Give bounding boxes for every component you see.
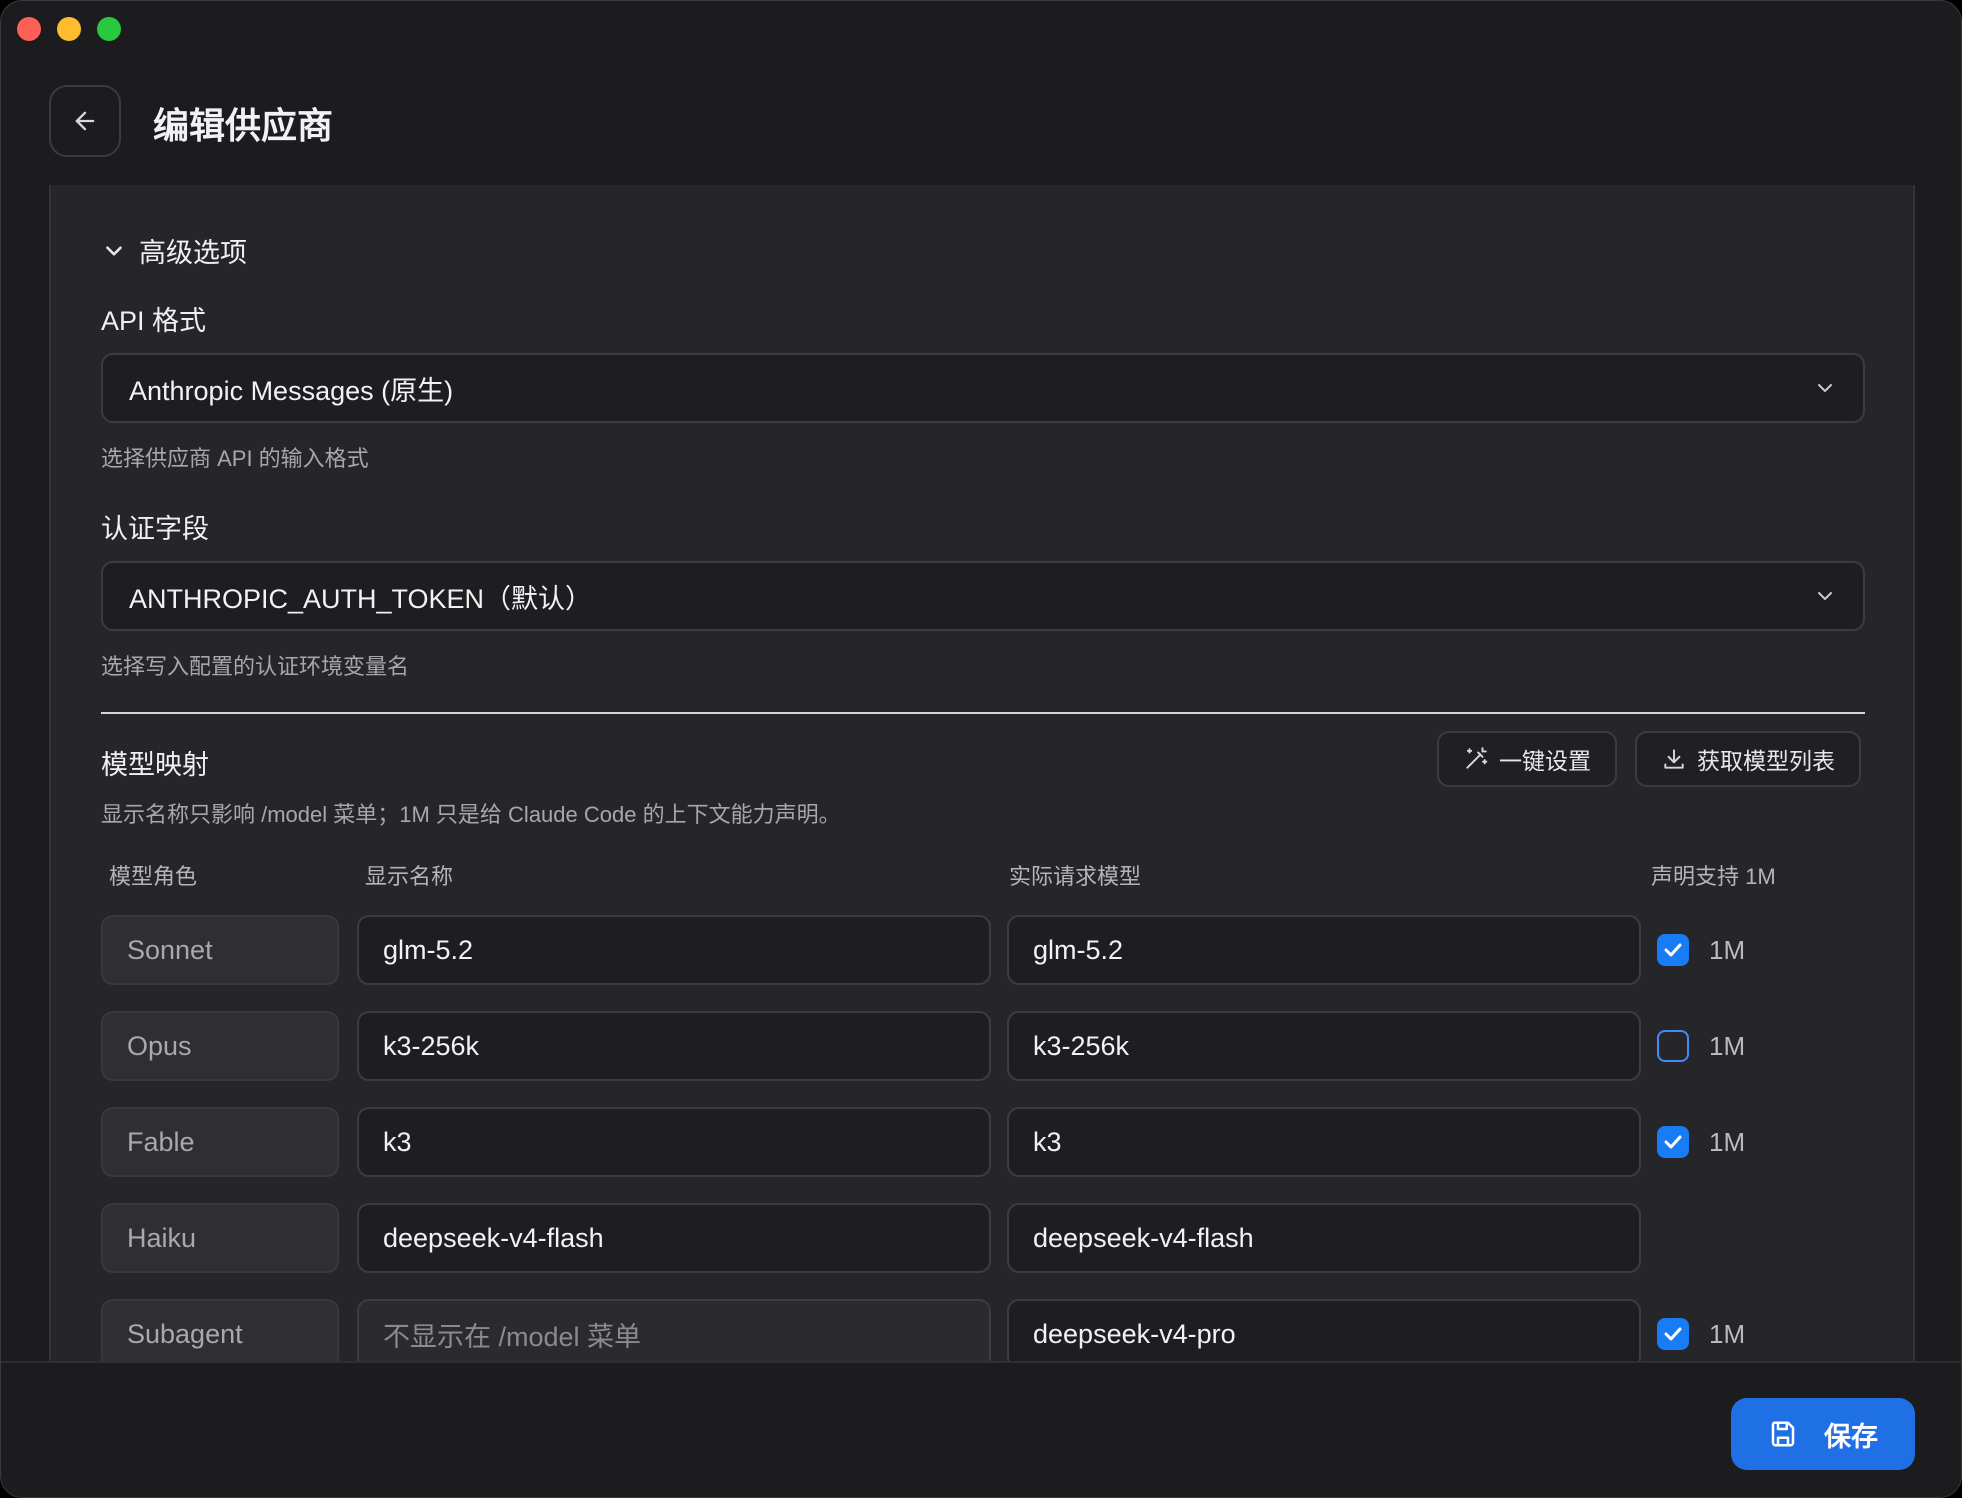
declare-1m-checkbox[interactable]: 1M: [1657, 1318, 1745, 1350]
declare-1m-label: 1M: [1709, 934, 1746, 965]
download-icon: [1664, 749, 1684, 769]
api-format-label: API 格式: [101, 306, 207, 336]
column-header-actual: 实际请求模型: [1009, 864, 1142, 889]
api-format-value: Anthropic Messages (原生): [129, 375, 454, 406]
declare-1m-label: 1M: [1709, 1030, 1746, 1061]
role-cell-fable: Fable: [101, 1107, 339, 1177]
auth-field-select[interactable]: ANTHROPIC_AUTH_TOKEN（默认）: [101, 561, 1865, 631]
app-window: 编辑供应商 高级选项 API 格式 Anthropic Messages (原生…: [0, 0, 1962, 1498]
auth-field-hint: 选择写入配置的认证环境变量名: [101, 654, 410, 679]
chevron-down-icon: [1818, 384, 1832, 392]
window-controls: [17, 17, 121, 41]
check-icon: [1664, 1327, 1682, 1341]
checkbox-checked[interactable]: [1657, 1318, 1689, 1350]
fetch-models-label: 获取模型列表: [1697, 748, 1835, 774]
model-mapping-hint: 显示名称只影响 /model 菜单；1M 只是给 Claude Code 的上下…: [101, 802, 841, 827]
arrow-left-icon: [75, 111, 95, 131]
quick-setup-button[interactable]: 一键设置: [1437, 731, 1617, 787]
advanced-options-label: 高级选项: [139, 238, 247, 268]
role-cell-opus: Opus: [101, 1011, 339, 1081]
auth-field-label: 认证字段: [101, 514, 209, 544]
zoom-window-button[interactable]: [97, 17, 121, 41]
display-name-input[interactable]: k3: [357, 1107, 991, 1177]
actual-model-input[interactable]: glm-5.2: [1007, 915, 1641, 985]
chevron-down-icon: [106, 245, 122, 256]
check-icon: [1664, 1135, 1682, 1149]
api-format-hint: 选择供应商 API 的输入格式: [101, 446, 369, 471]
checkbox-checked[interactable]: [1657, 1126, 1689, 1158]
role-cell-subagent: Subagent: [101, 1299, 339, 1361]
auth-field-value: ANTHROPIC_AUTH_TOKEN（默认）: [129, 583, 593, 614]
display-name-input[interactable]: deepseek-v4-flash: [357, 1203, 991, 1273]
declare-1m-checkbox[interactable]: 1M: [1657, 1030, 1745, 1062]
magic-wand-icon: [1466, 747, 1488, 769]
quick-setup-label: 一键设置: [1499, 748, 1591, 774]
save-label: 保存: [1824, 1421, 1878, 1452]
api-format-select[interactable]: Anthropic Messages (原生): [101, 353, 1865, 423]
declare-1m-checkbox[interactable]: 1M: [1657, 1126, 1745, 1158]
save-icon: [1771, 1421, 1795, 1447]
actual-model-input[interactable]: deepseek-v4-flash: [1007, 1203, 1641, 1273]
display-name-input[interactable]: glm-5.2: [357, 915, 991, 985]
model-mapping-title: 模型映射: [101, 750, 209, 780]
settings-panel: 高级选项 API 格式 Anthropic Messages (原生) 选择供应…: [49, 185, 1915, 1361]
page-title: 编辑供应商: [153, 105, 334, 146]
close-window-button[interactable]: [17, 17, 41, 41]
fetch-models-button[interactable]: 获取模型列表: [1635, 731, 1861, 787]
advanced-options-toggle[interactable]: 高级选项: [101, 231, 247, 270]
role-cell-sonnet: Sonnet: [101, 915, 339, 985]
footer-bar: 保存: [1, 1361, 1961, 1497]
declare-1m-checkbox[interactable]: 1M: [1657, 934, 1745, 966]
column-header-declare-1m: 声明支持 1M: [1651, 864, 1776, 889]
section-divider: [101, 712, 1865, 714]
role-cell-haiku: Haiku: [101, 1203, 339, 1273]
chevron-down-icon: [1818, 592, 1832, 600]
minimize-window-button[interactable]: [57, 17, 81, 41]
save-button[interactable]: 保存: [1731, 1398, 1915, 1470]
column-header-role: 模型角色: [109, 864, 198, 889]
back-button[interactable]: [49, 85, 121, 157]
actual-model-input[interactable]: k3: [1007, 1107, 1641, 1177]
declare-1m-label: 1M: [1709, 1126, 1746, 1157]
checkbox-checked[interactable]: [1657, 934, 1689, 966]
display-name-input[interactable]: k3-256k: [357, 1011, 991, 1081]
declare-1m-label: 1M: [1709, 1318, 1746, 1349]
display-name-input[interactable]: 不显示在 /model 菜单: [357, 1299, 991, 1361]
column-header-display: 显示名称: [365, 864, 454, 889]
actual-model-input[interactable]: deepseek-v4-pro: [1007, 1299, 1641, 1361]
check-icon: [1664, 943, 1682, 957]
actual-model-input[interactable]: k3-256k: [1007, 1011, 1641, 1081]
checkbox-unchecked[interactable]: [1657, 1030, 1689, 1062]
